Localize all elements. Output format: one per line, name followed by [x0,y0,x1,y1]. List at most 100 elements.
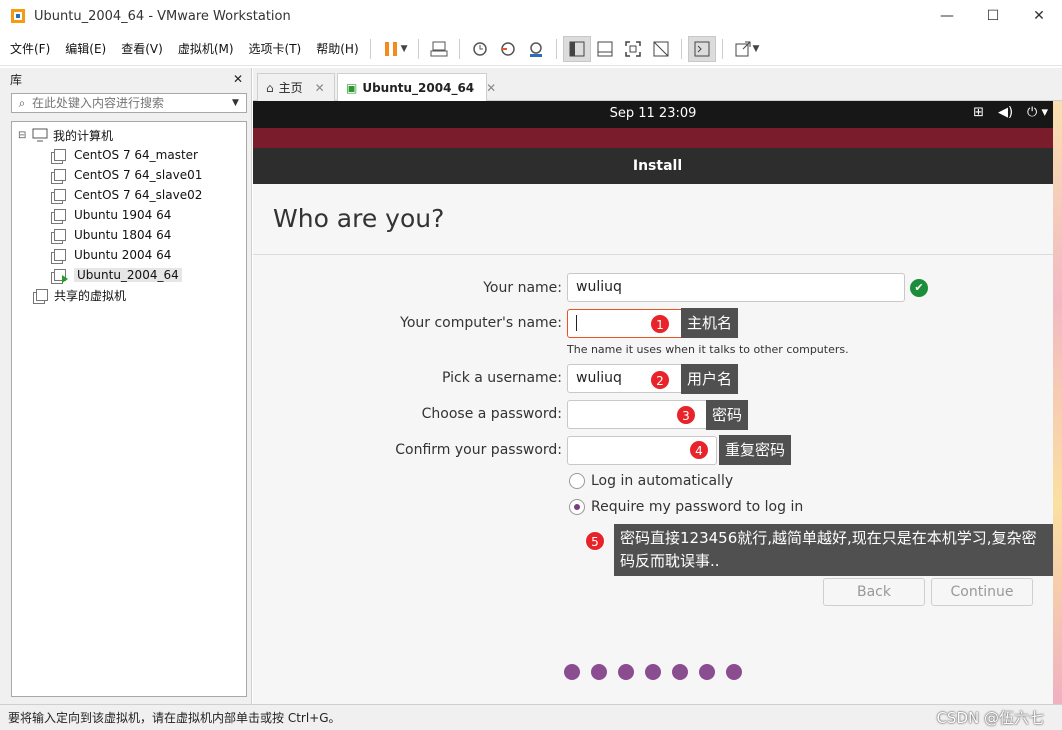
gnome-top-bar: Sep 11 23:09 ⊞ ◀) ⏻ ▾ [253,101,1062,128]
annotation-badge-4: 4 [689,440,709,460]
guest-display[interactable]: Sep 11 23:09 ⊞ ◀) ⏻ ▾ Install Who are yo… [253,101,1062,704]
tree-vm-item[interactable]: CentOS 7 64_master [12,145,246,165]
power-icon: ⏻ ▾ [1027,105,1048,120]
login-require-option[interactable]: Require my password to log in [569,499,803,515]
minimize-button[interactable]: — [924,0,970,32]
tab-home-label: 主页 [278,81,303,95]
vm-label: CentOS 7 64_slave02 [74,188,203,202]
snapshot-manager-icon[interactable] [522,36,550,62]
toolbar-separator [417,38,419,59]
title-bar: Ubuntu_2004_64 - VMware Workstation — ☐ … [0,0,1062,32]
progress-dot [645,664,661,680]
computer-icon [32,128,48,142]
tree-vm-item-selected[interactable]: Ubuntu_2004_64 [12,265,246,285]
console-view-icon[interactable] [687,35,716,62]
username-label: Pick a username: [441,370,562,386]
shared-vm-icon [36,289,48,301]
annotation-note-5: 密码直接123456就行,越简单越好,现在只是在本机学习,复杂密码反而耽误事.. [614,524,1057,576]
tree-vm-item[interactable]: Ubuntu 2004 64 [12,245,246,265]
tab-bar: ⌂ 主页 ✕ ▣ Ubuntu_2004_64 ✕ [253,68,1062,101]
continue-button[interactable]: Continue [931,578,1033,606]
collapse-icon[interactable]: ⊟ [18,130,30,141]
toolbar-separator [555,38,557,59]
page-title: Who are you? [273,204,445,233]
toolbar-separator [721,38,723,59]
tree-shared-vms[interactable]: 共享的虚拟机 [12,285,246,305]
search-dropdown-icon[interactable]: ▼ [232,98,246,108]
menu-vm[interactable]: 虚拟机(M) [173,40,239,57]
library-header: 库 ✕ [0,68,251,90]
radio-login-auto[interactable] [569,473,585,489]
installer-title: Install [253,148,1062,184]
login-require-label: Require my password to log in [591,499,804,515]
clock[interactable]: Sep 11 23:09 [253,106,1053,121]
annotation-note-2: 用户名 [681,364,739,394]
annotation-badge-3: 3 [676,405,696,425]
send-ctrl-alt-del-icon[interactable] [425,36,453,62]
shared-vms-label: 共享的虚拟机 [54,288,127,303]
library-search-input[interactable] [32,96,232,110]
unity-mode-icon[interactable] [647,36,675,62]
vm-icon [54,189,66,201]
vm-label: CentOS 7 64_slave01 [74,168,203,182]
window-title: Ubuntu_2004_64 - VMware Workstation [34,8,291,24]
thumbnail-bar-icon[interactable] [591,36,619,62]
tab-close-icon[interactable]: ✕ [315,81,325,95]
vm-icon [54,229,66,241]
system-tray[interactable]: ⊞ ◀) ⏻ ▾ [973,105,1048,120]
library-close-icon[interactable]: ✕ [233,72,243,86]
pause-dropdown-icon[interactable]: ▼ [401,44,408,54]
library-panel: 库 ✕ ⌕ ▼ ⊟ 我的计算机 CentOS 7 64_master CentO… [0,68,252,704]
vm-label: Ubuntu 1904 64 [74,208,172,222]
tree-vm-item[interactable]: Ubuntu 1804 64 [12,225,246,245]
divider [253,254,1062,255]
tab-close-icon[interactable]: ✕ [486,81,496,95]
show-library-icon[interactable] [562,35,591,62]
vmware-window: Ubuntu_2004_64 - VMware Workstation — ☐ … [0,0,1062,730]
annotation-badge-2: 2 [650,370,670,390]
tree-root-my-computer[interactable]: ⊟ 我的计算机 [12,125,246,145]
vm-icon [54,169,66,181]
menu-file[interactable]: 文件(F) [5,40,55,57]
tab-home[interactable]: ⌂ 主页 ✕ [257,73,335,101]
menu-edit[interactable]: 编辑(E) [60,40,111,57]
annotation-note-4: 重复密码 [719,435,792,465]
computer-name-hint: The name it uses when it talks to other … [567,343,849,356]
check-icon: ✔ [910,279,928,297]
tree-vm-item[interactable]: Ubuntu 1904 64 [12,205,246,225]
vm-icon [54,149,66,161]
annotation-note-1: 主机名 [681,308,739,338]
radio-login-require[interactable] [569,499,585,515]
tab-ubuntu[interactable]: ▣ Ubuntu_2004_64 ✕ [337,73,496,101]
vm-label: Ubuntu 2004 64 [74,248,172,262]
revert-snapshot-icon[interactable] [494,36,522,62]
close-button[interactable]: ✕ [1016,0,1062,32]
tree-root-label: 我的计算机 [53,128,114,143]
vm-label: CentOS 7 64_master [74,148,198,162]
menu-tabs[interactable]: 选项卡(T) [244,40,307,57]
vm-running-tab-icon: ▣ [346,80,358,95]
host-wallpaper-strip [1053,101,1062,704]
maximize-button[interactable]: ☐ [970,0,1016,32]
password-label: Choose a password: [421,406,562,422]
vm-icon [54,249,66,261]
your-name-label: Your name: [483,280,562,296]
status-text: 要将输入定向到该虚拟机，请在虚拟机内部单击或按 Ctrl+G。 [8,711,341,725]
annotation-badge-1: 1 [650,314,670,334]
full-screen-icon[interactable] [619,36,647,62]
home-icon: ⌂ [266,80,274,95]
login-auto-option[interactable]: Log in automatically [569,473,733,489]
snapshot-icon[interactable] [466,36,494,62]
menu-help[interactable]: 帮助(H) [311,40,363,57]
your-name-input[interactable]: wuliuq [567,273,905,302]
tree-vm-item[interactable]: CentOS 7 64_slave02 [12,185,246,205]
progress-dot [618,664,634,680]
back-button[interactable]: Back [823,578,925,606]
desktop-background [253,128,1062,148]
progress-dot [699,664,715,680]
stretch-dropdown-icon[interactable]: ▼ [753,44,760,54]
tree-vm-item[interactable]: CentOS 7 64_slave01 [12,165,246,185]
menu-view[interactable]: 查看(V) [116,40,168,57]
computer-name-label: Your computer's name: [400,315,562,331]
confirm-password-label: Confirm your password: [395,442,562,458]
